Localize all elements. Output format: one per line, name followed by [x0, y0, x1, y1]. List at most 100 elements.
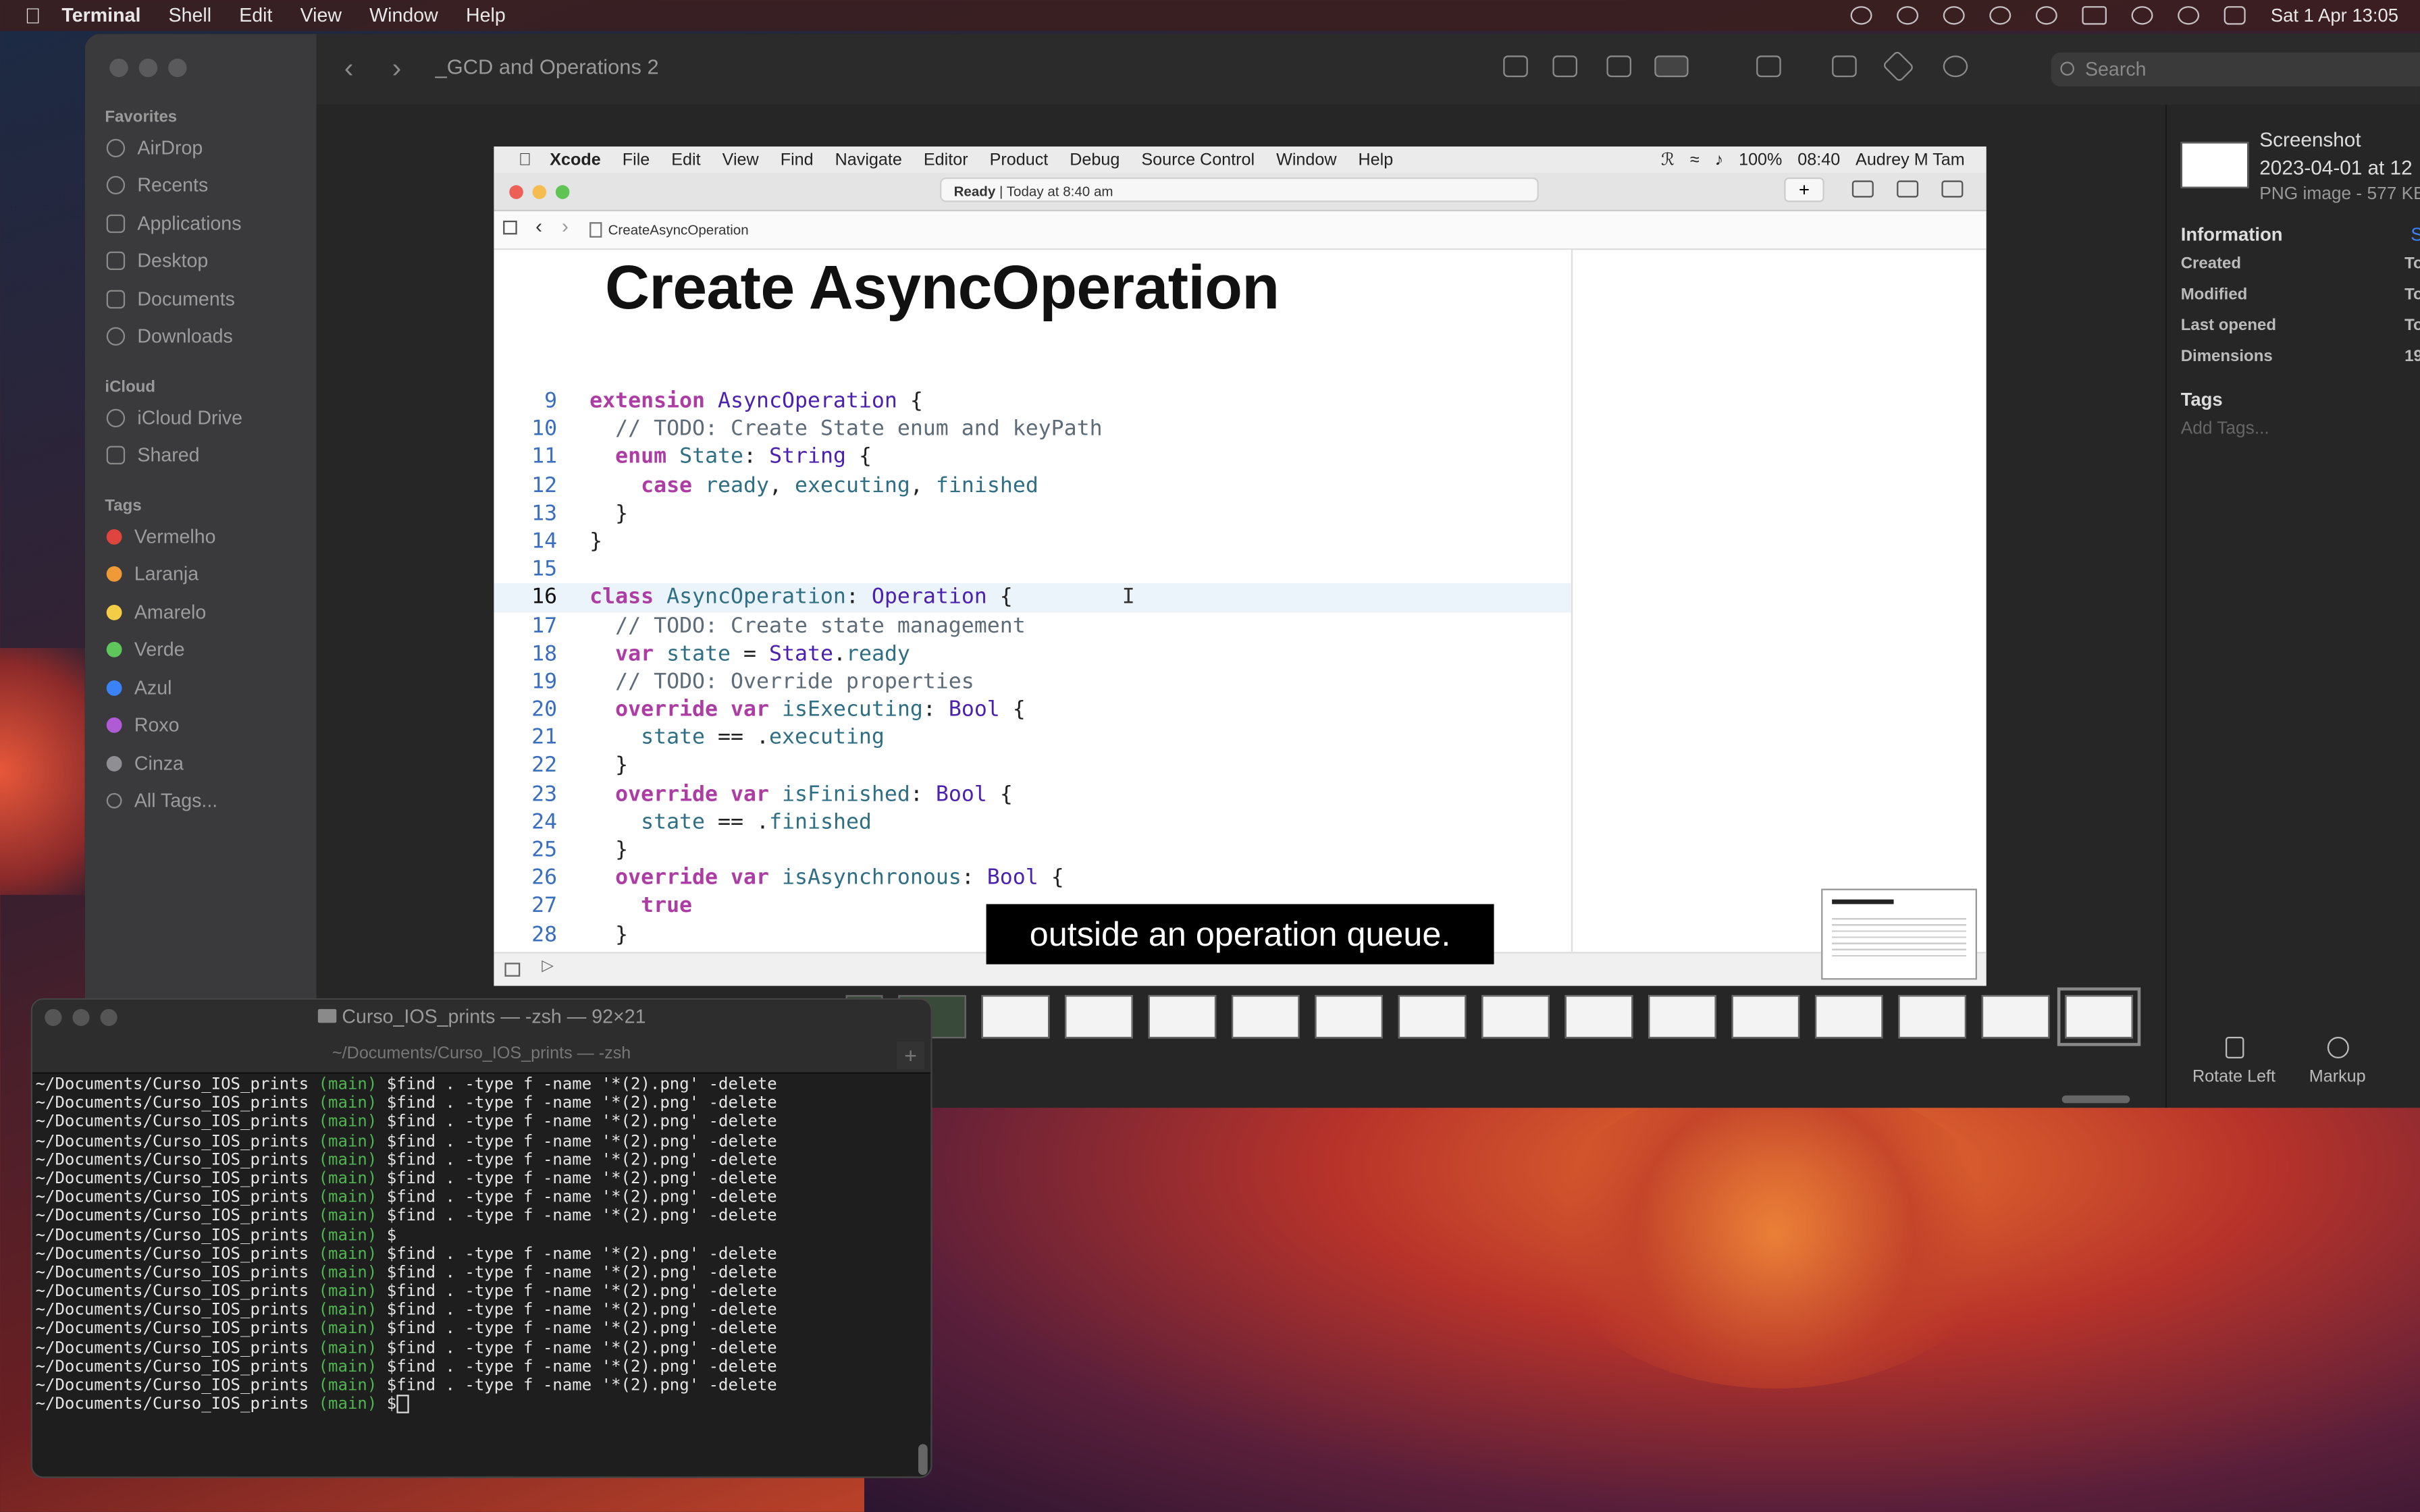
thumbnail[interactable] [1481, 995, 1550, 1039]
sidebar-tag-green[interactable]: Verde [106, 639, 185, 660]
forward-chevron-icon[interactable]: › [392, 53, 402, 85]
wifi-icon[interactable] [2132, 6, 2154, 25]
menu-bar:  Terminal Shell Edit View Window Help S… [0, 0, 2420, 31]
new-tab-icon[interactable]: + [896, 1041, 925, 1069]
sidebar-tag-blue[interactable]: Azul [106, 677, 172, 699]
sidebar-all-tags[interactable]: All Tags... [106, 790, 217, 811]
group-icon[interactable] [1756, 55, 1781, 78]
git-branch: (main) [318, 1244, 377, 1264]
play-icon[interactable] [1989, 6, 2011, 25]
gallery-view-icon[interactable] [1654, 55, 1689, 78]
xcode-menu-source-control: Source Control [1128, 150, 1255, 169]
menu-shell[interactable]: Shell [169, 5, 212, 26]
tag-icon[interactable] [1882, 50, 1915, 83]
file-thumbnail [2180, 142, 2249, 188]
prompt-path: ~/Documents/Curso_IOS_prints [35, 1188, 319, 1207]
menu-app-name[interactable]: Terminal [61, 5, 140, 26]
folder-icon [317, 1008, 336, 1023]
thumbnail[interactable] [1981, 995, 2050, 1039]
sidebar-item-shared[interactable]: Shared [106, 444, 200, 466]
menu-window[interactable]: Window [369, 5, 438, 26]
spotlight-icon[interactable] [2178, 6, 2200, 25]
app-status-icon[interactable] [1897, 6, 1919, 25]
more-actions-icon[interactable] [1943, 55, 1968, 78]
sidebar-item-documents[interactable]: Documents [106, 288, 235, 310]
markup-button[interactable]: Markup [2303, 1036, 2372, 1086]
search-field[interactable]: Search [2051, 52, 2420, 86]
sidebar-item-downloads[interactable]: Downloads [106, 325, 233, 347]
sync-icon[interactable] [1851, 6, 1873, 25]
thumbnail[interactable] [1898, 995, 1966, 1039]
sidebar-item-airdrop[interactable]: AirDrop [106, 137, 203, 159]
terminal-line: ~/Documents/Curso_IOS_prints (main) $fin… [36, 1207, 777, 1226]
file-name-line2: 2023-04-01 at 12 [2259, 155, 2413, 180]
command-text: $find . -type f -name '*(2).png' -delete [377, 1376, 777, 1395]
terminal-window: Curso_IOS_prints — -zsh — 92×21 ~/Docume… [30, 998, 932, 1478]
sidebar-item-applications[interactable]: Applications [106, 213, 241, 234]
menu-help[interactable]: Help [466, 5, 506, 26]
menu-view[interactable]: View [300, 5, 342, 26]
back-chevron-icon[interactable]: ‹ [344, 53, 354, 85]
command-text: $find . -type f -name '*(2).png' -delete [377, 1282, 777, 1301]
git-branch: (main) [318, 1301, 377, 1320]
thumbnail[interactable] [1814, 995, 1883, 1039]
thumbnail[interactable] [1564, 995, 1633, 1039]
show-more-link[interactable]: S [2411, 223, 2420, 245]
sidebar-item-desktop[interactable]: Desktop [106, 250, 208, 271]
debug-area-toggle-icon [1897, 180, 1919, 198]
zoom-button[interactable] [168, 58, 187, 78]
sidebar-item-icloud-drive[interactable]: iCloud Drive [106, 407, 242, 429]
record-icon[interactable] [1943, 6, 1966, 25]
sidebar-tag-red[interactable]: Vermelho [106, 526, 216, 547]
git-branch: (main) [318, 1075, 377, 1094]
list-view-icon[interactable] [1552, 55, 1577, 78]
menubar-clock[interactable]: Sat 1 Apr 13:05 [2271, 5, 2398, 26]
minimize-button[interactable] [138, 58, 158, 78]
thumbnail[interactable] [1648, 995, 1716, 1039]
thumbnail[interactable] [1315, 995, 1383, 1039]
thumbnail[interactable] [1398, 995, 1467, 1039]
terminal-tab-title[interactable]: ~/Documents/Curso_IOS_prints — -zsh [32, 1044, 930, 1062]
rotate-left-button[interactable]: Rotate Left [2192, 1036, 2277, 1086]
information-header: Information [2180, 223, 2283, 246]
terminal-output[interactable]: ~/Documents/Curso_IOS_prints (main) $fin… [35, 1075, 777, 1414]
thumbnail[interactable] [981, 995, 1050, 1039]
thumbnail[interactable] [1148, 995, 1217, 1039]
share-icon[interactable] [1832, 55, 1857, 78]
thumbnail[interactable] [1231, 995, 1300, 1039]
battery-icon[interactable] [2082, 6, 2107, 25]
headphones-icon[interactable] [2036, 6, 2058, 25]
thumbnail[interactable] [1731, 995, 1800, 1039]
sidebar-tag-purple[interactable]: Roxo [106, 714, 180, 736]
file-kind-size: PNG image - 577 KB [2259, 185, 2420, 204]
icon-view-icon[interactable] [1503, 55, 1528, 78]
horizontal-scrollbar[interactable] [2061, 1095, 2130, 1104]
code-line: 9 extension AsyncOperation { [544, 388, 923, 414]
sidebar-tag-yellow[interactable]: Amarelo [106, 601, 206, 623]
thumbnail[interactable] [1065, 995, 1133, 1039]
terminal-scrollbar[interactable] [918, 1444, 928, 1476]
prompt-path: ~/Documents/Curso_IOS_prints [35, 1282, 319, 1301]
xcode-menu-edit: Edit [658, 150, 700, 169]
menu-edit[interactable]: Edit [239, 5, 272, 26]
column-view-icon[interactable] [1606, 55, 1631, 78]
xcode-window-controls [509, 185, 570, 199]
wallpaper-left [0, 647, 93, 895]
terminal-line: ~/Documents/Curso_IOS_prints (main) $fin… [36, 1132, 777, 1151]
close-button[interactable] [109, 58, 128, 78]
control-center-icon[interactable] [2224, 6, 2246, 25]
sidebar-tag-gray[interactable]: Cinza [106, 753, 184, 774]
sidebar-item-recents[interactable]: Recents [106, 174, 208, 196]
git-branch: (main) [318, 1395, 377, 1414]
prompt-path: ~/Documents/Curso_IOS_prints [35, 1244, 319, 1264]
status-state: Ready [953, 183, 996, 199]
code-line: 13 } [531, 501, 629, 526]
apple-menu-icon[interactable]:  [25, 5, 47, 26]
thumbnail-selected[interactable] [2057, 987, 2141, 1046]
tag-dot [106, 641, 122, 657]
sidebar-tag-orange[interactable]: Laranja [106, 563, 199, 585]
prompt-path: ~/Documents/Curso_IOS_prints [35, 1225, 319, 1245]
command-text: $find . -type f -name '*(2).png' -delete [377, 1188, 777, 1207]
add-tags-field[interactable]: Add Tags... [2181, 420, 2420, 438]
git-branch: (main) [318, 1094, 377, 1113]
